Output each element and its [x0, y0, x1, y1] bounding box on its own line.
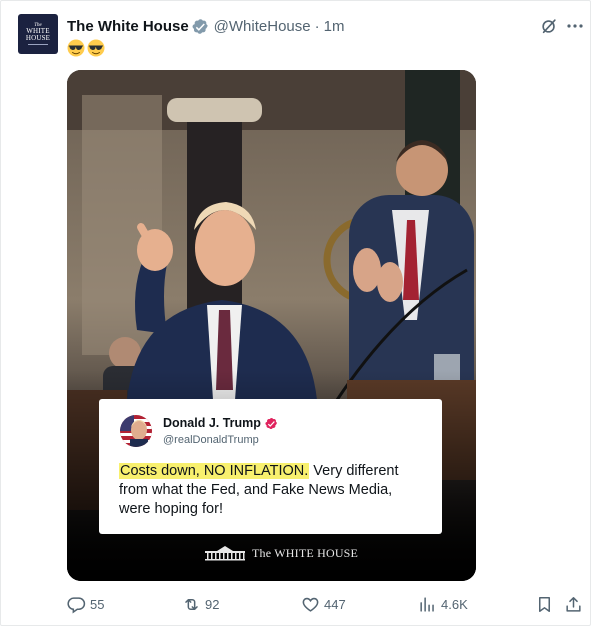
reply-button[interactable]: 55	[67, 591, 104, 617]
author-handle[interactable]: @WhiteHouse	[214, 18, 311, 35]
white-house-building-icon	[205, 546, 245, 561]
quoted-author-row: Donald J. Trump	[163, 416, 278, 430]
avatar-divider	[28, 44, 48, 45]
post-media-image[interactable]: Donald J. Trump @realDonaldTrump Costs d…	[67, 70, 476, 581]
more-options-icon[interactable]	[566, 17, 584, 35]
author-display-name[interactable]: The White House	[67, 18, 189, 35]
sunglasses-emoji-icon	[87, 39, 105, 57]
header-separator: ·	[314, 17, 320, 35]
reply-count: 55	[90, 596, 105, 612]
post-timestamp[interactable]: 1m	[324, 18, 345, 35]
repost-icon	[185, 598, 198, 610]
quoted-author-handle: @realDonaldTrump	[163, 434, 259, 446]
avatar-text-line2: HOUSE	[25, 34, 51, 42]
white-house-watermark-text: The WHITE HOUSE	[252, 545, 359, 560]
like-count: 447	[324, 596, 346, 612]
bookmark-icon	[538, 596, 551, 612]
highlighted-phrase: Costs down, NO INFLATION.	[119, 463, 310, 479]
quoted-post-text: Costs down, NO INFLATION. Very different…	[119, 462, 425, 519]
quoted-author-avatar	[120, 415, 152, 447]
heart-icon	[302, 597, 319, 612]
bookmark-button[interactable]	[535, 591, 558, 617]
view-count: 4.6K	[441, 596, 468, 612]
repost-button[interactable]: 92	[182, 591, 219, 617]
author-avatar[interactable]: The WHITE HOUSE	[18, 14, 58, 54]
like-button[interactable]: 447	[301, 591, 346, 617]
post-text	[67, 39, 105, 57]
reply-icon	[67, 596, 86, 613]
views-button[interactable]: 4.6K	[418, 591, 468, 617]
repost-count: 92	[205, 596, 220, 612]
post-container[interactable]: The WHITE HOUSE The White House @WhiteHo…	[0, 0, 591, 626]
white-house-watermark: The WHITE HOUSE	[204, 545, 358, 561]
post-action-bar: 55 92 447 4.6K	[1, 591, 591, 617]
share-icon	[566, 596, 581, 612]
quoted-author-name: Donald J. Trump	[163, 416, 261, 430]
grok-icon[interactable]	[540, 17, 558, 35]
post-header: The White House @WhiteHouse · 1m	[67, 15, 344, 37]
sunglasses-emoji-icon	[67, 39, 85, 57]
verified-badge-icon	[265, 417, 278, 430]
share-button[interactable]	[564, 591, 587, 617]
gray-verified-badge-icon[interactable]	[192, 18, 209, 35]
quoted-post-card: Donald J. Trump @realDonaldTrump Costs d…	[99, 399, 442, 534]
analytics-icon	[420, 596, 434, 612]
